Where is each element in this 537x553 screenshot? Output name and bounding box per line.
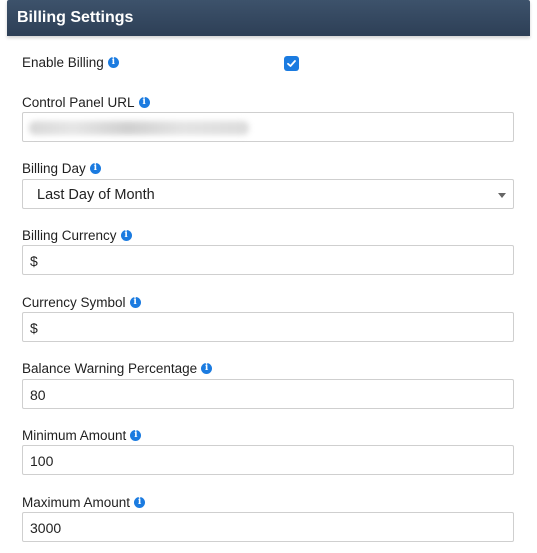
currency-symbol-label-row: Currency Symbol i <box>22 295 141 310</box>
minimum-amount-input[interactable]: 100 <box>22 445 514 475</box>
billing-day-select[interactable]: Last Day of Month <box>22 179 514 209</box>
maximum-amount-label: Maximum Amount <box>22 495 131 510</box>
info-icon[interactable]: i <box>201 363 213 374</box>
billing-currency-value: $ <box>30 253 38 269</box>
chevron-down-icon <box>498 193 506 198</box>
balance-warning-percentage-label-row: Balance Warning Percentage i <box>22 361 213 376</box>
enable-billing-label-row: Enable Billing i <box>22 55 119 70</box>
currency-symbol-label: Currency Symbol <box>22 295 126 310</box>
minimum-amount-label-row: Minimum Amount i <box>22 428 142 443</box>
balance-warning-percentage-label: Balance Warning Percentage <box>22 361 198 376</box>
billing-currency-label-row: Billing Currency i <box>22 228 132 243</box>
minimum-amount-value: 100 <box>30 453 54 469</box>
minimum-amount-label: Minimum Amount <box>22 428 127 443</box>
panel-title: Billing Settings <box>17 9 134 26</box>
currency-symbol-input[interactable]: $ <box>22 312 514 342</box>
billing-day-value: Last Day of Month <box>37 187 155 203</box>
billing-day-label-row: Billing Day i <box>22 161 101 176</box>
balance-warning-percentage-value: 80 <box>30 387 46 403</box>
maximum-amount-input[interactable]: 3000 <box>22 512 514 542</box>
balance-warning-percentage-input[interactable]: 80 <box>22 379 514 409</box>
currency-symbol-value: $ <box>30 320 38 336</box>
info-icon[interactable]: i <box>120 230 132 241</box>
billing-currency-label: Billing Currency <box>22 228 117 243</box>
control-panel-url-label: Control Panel URL <box>22 95 135 110</box>
panel-header: Billing Settings <box>7 0 530 36</box>
enable-billing-label: Enable Billing <box>22 55 104 70</box>
info-icon[interactable]: i <box>134 497 146 508</box>
billing-currency-input[interactable]: $ <box>22 245 514 275</box>
info-icon[interactable]: i <box>107 57 119 68</box>
info-icon[interactable]: i <box>129 297 141 308</box>
check-icon <box>287 60 296 67</box>
control-panel-url-input[interactable] <box>22 112 514 142</box>
maximum-amount-label-row: Maximum Amount i <box>22 495 146 510</box>
control-panel-url-label-row: Control Panel URL i <box>22 95 150 110</box>
enable-billing-checkbox[interactable] <box>284 56 299 71</box>
billing-settings-panel: Billing Settings Enable Billing i Contro… <box>7 0 530 553</box>
info-icon[interactable]: i <box>130 430 142 441</box>
info-icon[interactable]: i <box>138 97 150 108</box>
redacted-url-value <box>29 121 249 135</box>
billing-day-label: Billing Day <box>22 161 86 176</box>
info-icon[interactable]: i <box>89 163 101 174</box>
maximum-amount-value: 3000 <box>30 520 62 536</box>
